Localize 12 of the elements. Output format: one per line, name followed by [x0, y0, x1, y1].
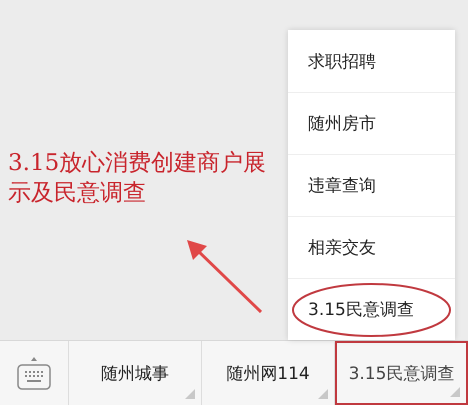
- menu-item[interactable]: 求职招聘: [288, 30, 455, 92]
- menu-item[interactable]: 相亲交友: [288, 216, 455, 278]
- menu-tab[interactable]: 3.15民意调查: [335, 341, 468, 405]
- menu-tab[interactable]: 随州城事: [69, 341, 202, 405]
- submenu-corner-icon: [318, 389, 328, 399]
- keyboard-icon[interactable]: [16, 356, 52, 390]
- annotation-text: 3.15放心消费创建商户展示及民意调查: [8, 149, 268, 208]
- menu-item[interactable]: 随州房市: [288, 92, 455, 154]
- menu-tab[interactable]: 随州网114: [202, 341, 335, 405]
- menu-item[interactable]: 违章查询: [288, 154, 455, 216]
- submenu-corner-icon: [185, 389, 195, 399]
- submenu-corner-icon: [450, 387, 460, 397]
